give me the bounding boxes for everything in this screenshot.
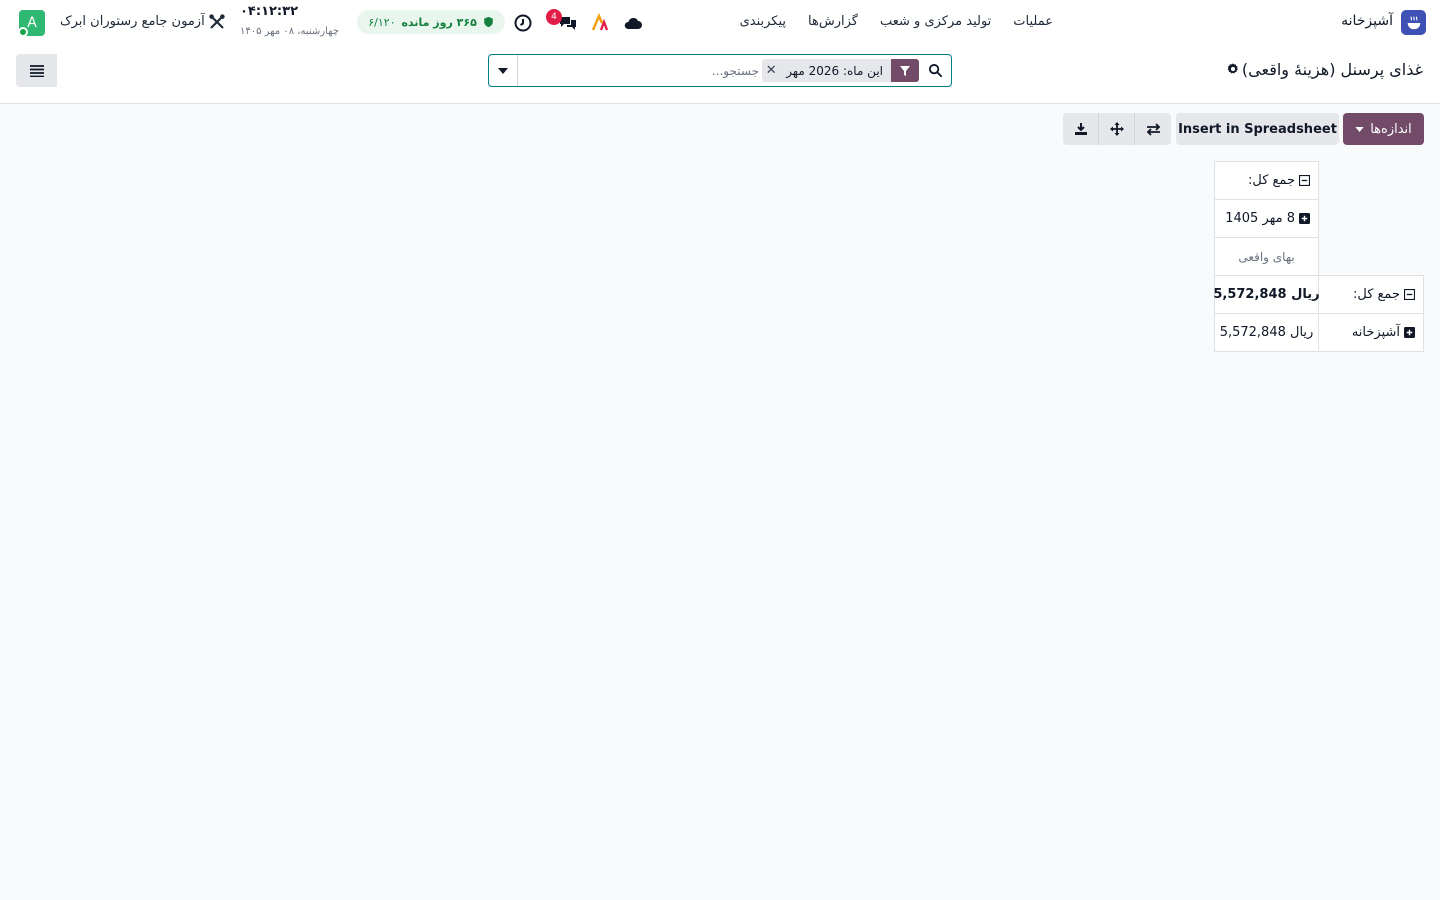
- pivot-actions: [1063, 113, 1171, 145]
- debug-tools-icon[interactable]: [208, 13, 226, 31]
- arrows-expand-icon: [1109, 122, 1124, 136]
- license-badge[interactable]: ۳۶۵ روز مانده ۶/۱۲۰: [357, 10, 505, 34]
- plus-square-icon: [1299, 213, 1310, 224]
- caret-down-icon: [498, 67, 508, 74]
- pivot-cell-value[interactable]: ریال 5,572,848: [1214, 313, 1319, 352]
- app-brand-icon[interactable]: [1401, 10, 1426, 35]
- company-switcher[interactable]: آزمون جامع رستوران ابرک: [60, 14, 205, 29]
- flip-axis-button[interactable]: [1135, 113, 1171, 145]
- activity-clock-icon[interactable]: [513, 13, 533, 33]
- download-icon: [1074, 123, 1087, 135]
- menu-item-operations[interactable]: عملیات: [1013, 14, 1053, 29]
- clock-time: ۰۴:۱۲:۳۲: [240, 4, 299, 19]
- pivot-col-group-label: 8 مهر 1405: [1225, 211, 1295, 226]
- pivot-row-header-kitchen[interactable]: آشپزخانه: [1318, 313, 1424, 352]
- pivot-col-header-date[interactable]: 8 مهر 1405: [1214, 199, 1319, 238]
- measures-label: اندازه‌ها: [1370, 121, 1412, 137]
- insert-in-spreadsheet-button[interactable]: Insert in Spreadsheet: [1176, 113, 1339, 145]
- minus-square-icon: [1404, 289, 1415, 300]
- pivot-row-label: آشپزخانه: [1351, 325, 1400, 340]
- download-button[interactable]: [1063, 113, 1099, 145]
- menu-item-central-production[interactable]: تولید مرکزی و شعب: [880, 14, 991, 29]
- top-navbar: آشپزخانه عملیات تولید مرکزی و شعب گزارش‌…: [0, 0, 1440, 46]
- pivot-col-total-label: جمع کل:: [1247, 173, 1295, 188]
- list-icon: [29, 64, 44, 77]
- menu-item-configuration[interactable]: پیکربندی: [740, 14, 786, 29]
- pivot-cell-value[interactable]: ریال 5,572,848: [1213, 275, 1320, 314]
- main-menu: عملیات تولید مرکزی و شعب گزارش‌ها پیکربن…: [740, 14, 1053, 29]
- search-facet[interactable]: این ماه: 2026 مهر ✕: [762, 59, 919, 82]
- license-days: ۳۶۵ روز مانده: [401, 15, 477, 29]
- cloud-icon[interactable]: [623, 13, 643, 33]
- license-count: ۶/۱۲۰: [368, 15, 396, 29]
- gear-icon[interactable]: [1226, 62, 1240, 76]
- plus-square-icon: [1404, 327, 1415, 338]
- menu-item-reports[interactable]: گزارش‌ها: [808, 14, 858, 29]
- filter-icon: [891, 59, 919, 82]
- remove-facet-close-icon[interactable]: ✕: [762, 59, 780, 82]
- view-switcher: [16, 54, 1271, 248]
- list-view-button[interactable]: [16, 54, 57, 87]
- ai-assistant-icon[interactable]: [590, 13, 610, 33]
- search-input[interactable]: [523, 59, 759, 82]
- pivot-row-label: جمع کل:: [1352, 287, 1400, 302]
- shield-icon: [484, 16, 493, 28]
- search-bar: این ماه: 2026 مهر ✕: [488, 54, 952, 87]
- pivot-row-header-total[interactable]: جمع کل:: [1318, 275, 1424, 314]
- pivot-measure-header[interactable]: بهای واقعی: [1214, 237, 1319, 276]
- page-title: غذای پرسنل (هزینهٔ واقعی): [1241, 60, 1423, 79]
- minus-square-icon: [1299, 175, 1310, 186]
- control-panel: غذای پرسنل (هزینهٔ واقعی) این ماه: 2026 …: [0, 46, 1440, 248]
- search-options-toggle[interactable]: [489, 55, 518, 86]
- messages-badge: 4: [546, 9, 562, 25]
- pivot-col-header-total[interactable]: جمع کل:: [1214, 161, 1319, 200]
- exchange-icon: [1146, 122, 1160, 136]
- clock-date: چهارشنبه، ۰۸ مهر ۱۴۰۵: [240, 26, 339, 37]
- expand-all-button[interactable]: [1099, 113, 1135, 145]
- app-name[interactable]: آشپزخانه: [1341, 13, 1393, 29]
- online-status-dot: [18, 27, 28, 37]
- measures-dropdown-button[interactable]: اندازه‌ها: [1343, 113, 1424, 145]
- caret-down-icon: [1355, 126, 1364, 132]
- facet-value: این ماه: 2026 مهر: [786, 63, 883, 78]
- search-icon[interactable]: [928, 63, 943, 78]
